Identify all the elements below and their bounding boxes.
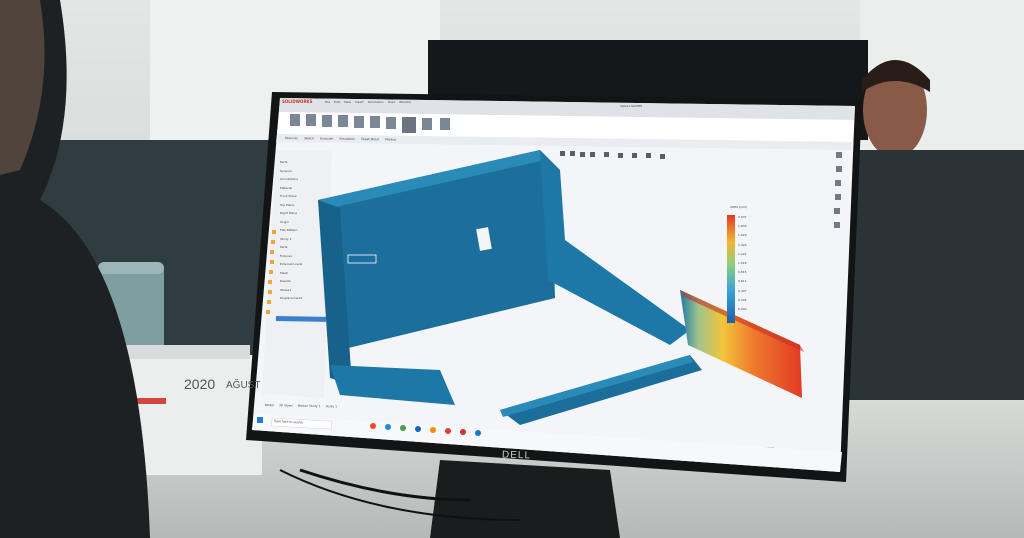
calendar-year: 2020: [184, 376, 216, 392]
start-icon: [257, 417, 263, 423]
calendar-month: AĞUST: [226, 380, 261, 391]
monitor-brand-logo: DELL: [501, 449, 532, 462]
cad-window: SOLIDWORKS Valve1.SLDPRT File Edit View …: [0, 0, 1024, 538]
